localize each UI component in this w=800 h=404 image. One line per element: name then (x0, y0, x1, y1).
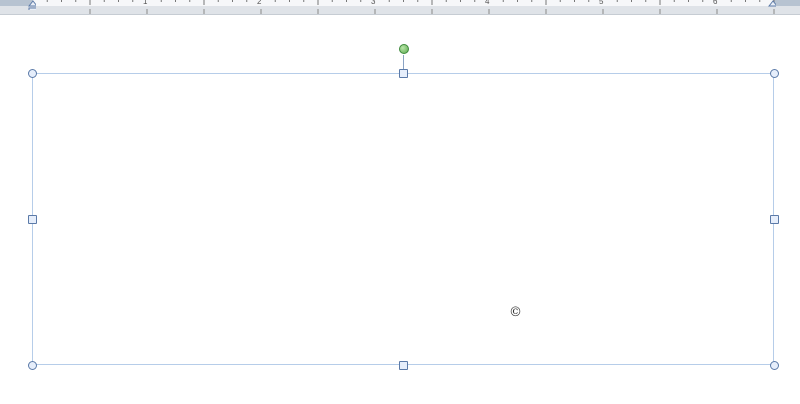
resize-handle-bottom-center[interactable] (399, 361, 408, 370)
ruler-ticks (46, 0, 775, 14)
ruler-number: 6 (713, 0, 718, 6)
ruler-number: 4 (485, 0, 490, 6)
ruler-number: 3 (371, 0, 376, 6)
ruler-number: 1 (143, 0, 148, 6)
selected-shape[interactable] (32, 73, 774, 365)
resize-handle-top-right[interactable] (770, 69, 779, 78)
resize-handle-middle-left[interactable] (28, 215, 37, 224)
horizontal-ruler[interactable]: 1 2 3 4 5 6 (0, 0, 800, 15)
resize-handle-middle-right[interactable] (770, 215, 779, 224)
resize-handle-top-left[interactable] (28, 69, 37, 78)
ruler-number: 5 (599, 0, 604, 6)
rotate-handle-icon[interactable] (399, 44, 409, 54)
copyright-symbol: © (509, 305, 522, 320)
ruler-number: 2 (257, 0, 262, 6)
resize-handle-top-center[interactable] (399, 69, 408, 78)
right-indent-marker-icon[interactable] (768, 0, 776, 10)
resize-handle-bottom-right[interactable] (770, 361, 779, 370)
left-indent-marker-icon[interactable] (28, 0, 36, 10)
resize-handle-bottom-left[interactable] (28, 361, 37, 370)
